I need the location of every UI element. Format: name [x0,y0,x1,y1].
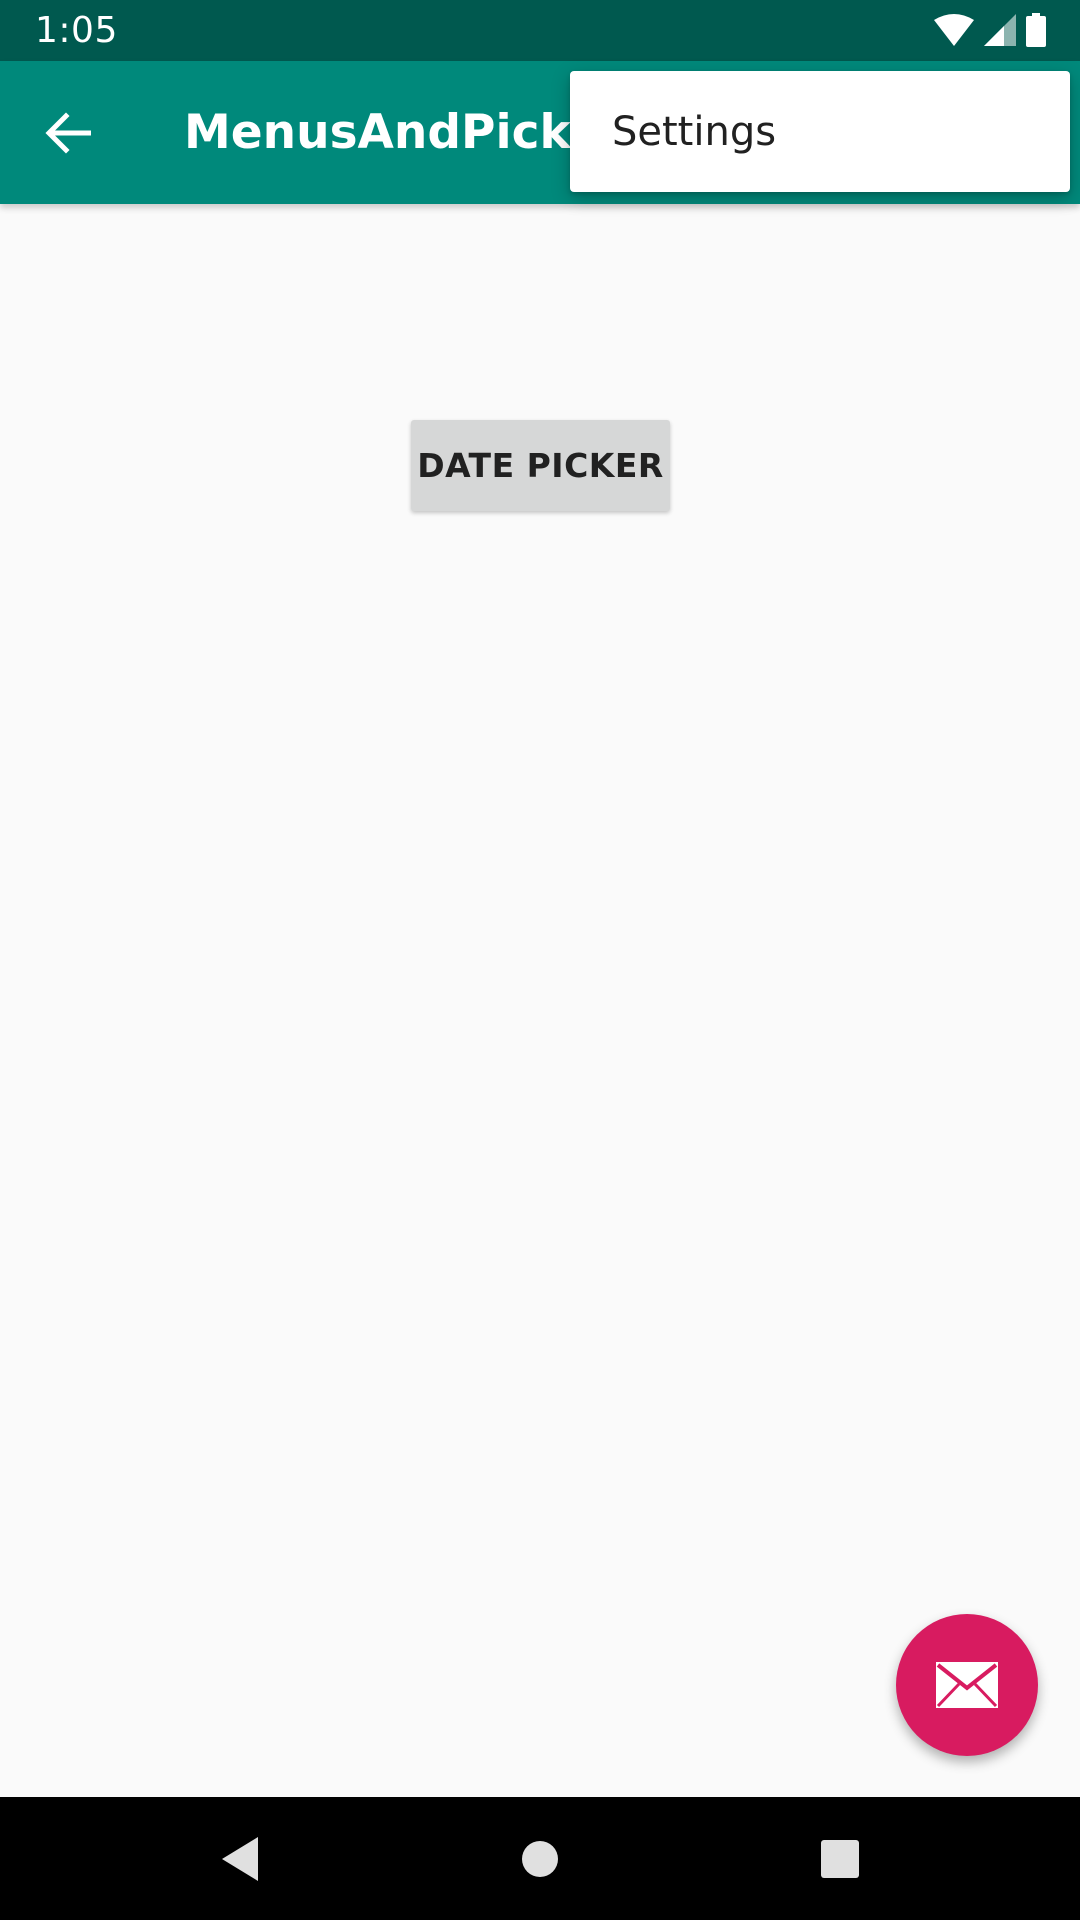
nav-recents-icon [821,1840,859,1878]
date-picker-button[interactable]: DATE PICKER [411,420,670,511]
nav-back-button[interactable] [205,1824,275,1894]
nav-home-icon [522,1841,558,1877]
wifi-icon [934,14,974,46]
fab-mail-button[interactable] [896,1614,1038,1756]
cell-signal-icon [984,14,1016,46]
back-button[interactable] [36,101,100,165]
nav-recents-button[interactable] [805,1824,875,1894]
arrow-back-icon [45,112,91,154]
status-time: 1:05 [35,10,118,51]
app-title: MenusAndPicker [184,105,625,160]
nav-back-icon [222,1837,258,1881]
nav-home-button[interactable] [505,1824,575,1894]
menu-item-settings[interactable]: Settings [570,71,1070,192]
status-icons [934,12,1046,48]
mail-icon [936,1662,998,1708]
app-screen: 1:05 MenusAndPicker Settings DATE PICKER [0,0,1080,1920]
battery-icon [1026,13,1046,47]
overflow-menu: Settings [570,71,1070,192]
navigation-bar [0,1797,1080,1920]
status-bar: 1:05 [0,0,1080,61]
